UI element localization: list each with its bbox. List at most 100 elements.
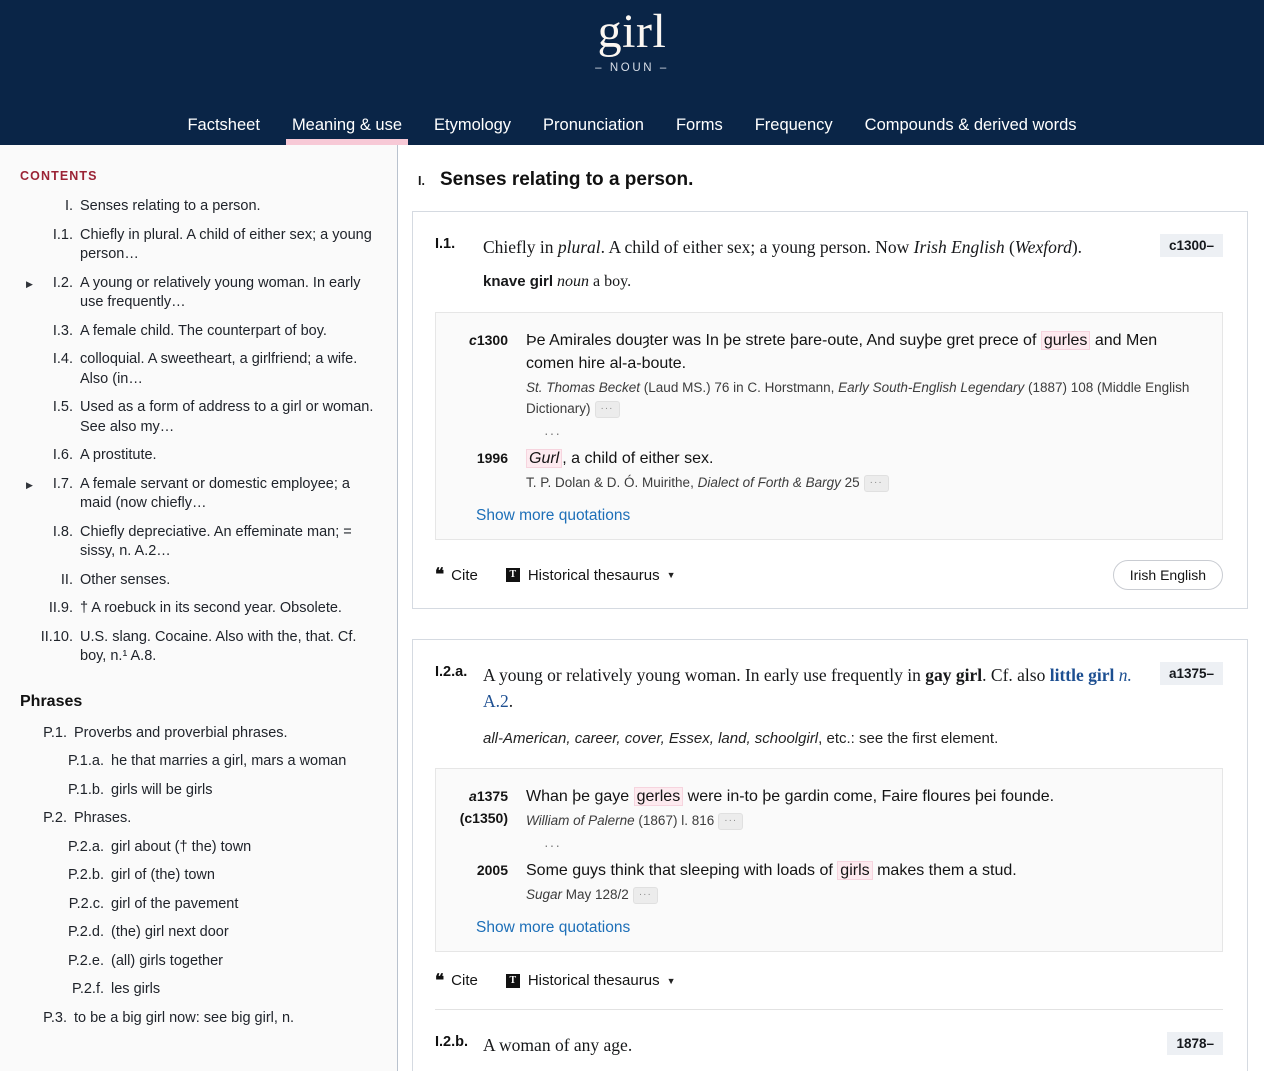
quotation-options-icon[interactable]: ··· (594, 401, 620, 418)
definition-body: Chiefly in plural. A child of either sex… (483, 234, 1160, 294)
highlighted-term: Gurl (526, 449, 563, 468)
toc-item[interactable]: P.2.d. (the) girl next door (20, 923, 375, 943)
sub-definition-headword: knave girl (483, 273, 554, 290)
toc-item[interactable]: P.1. Proverbs and proverbial phrases. (20, 724, 375, 744)
toc-item-label: (the) girl next door (111, 924, 229, 940)
toc-item-number: I.2. (52, 274, 73, 291)
highlighted-term: gurles (1040, 331, 1091, 350)
thesaurus-t-icon: T (505, 568, 520, 582)
toc-item[interactable]: P.2.e. (all) girls together (20, 952, 375, 972)
nav-item-frequency[interactable]: Frequency (739, 116, 849, 145)
expand-triangle-icon[interactable]: ▶ (26, 475, 39, 514)
quotation-source: William of Palerne (1867) l. 816 ··· (526, 810, 1204, 831)
quote-marks-icon: ❝ (435, 565, 445, 584)
toc-item-number: P.2.e. (67, 952, 104, 969)
quotation-date-main: a1375 (469, 788, 508, 804)
toc-arrow-placeholder (26, 599, 39, 619)
quotation-options-icon[interactable]: ··· (632, 887, 658, 904)
historical-thesaurus-button[interactable]: T Historical thesaurus ▼ (505, 972, 676, 989)
toc-item[interactable]: P.2.a. girl about († the) town (20, 838, 375, 858)
quotation-date-main: c1300 (469, 332, 508, 348)
show-more-quotations-link[interactable]: Show more quotations (476, 507, 1204, 525)
toc-item[interactable]: II.10. U.S. slang. Cocaine. Also with the… (20, 628, 375, 667)
toc-item[interactable]: II. Other senses. (20, 571, 375, 591)
toc-item-number: I.7. (52, 475, 73, 492)
quotation-date: 1996 (454, 447, 526, 493)
historical-thesaurus-button[interactable]: T Historical thesaurus ▼ (505, 566, 676, 584)
sub-definition-pos: noun (553, 273, 590, 290)
toc-item-number: I.5. (52, 399, 73, 415)
cross-reference-link[interactable]: little girl (1050, 665, 1115, 685)
nav-item-meaning-use[interactable]: Meaning & use (276, 116, 418, 145)
cross-reference-pos: n. (1114, 665, 1132, 685)
toc-item-number: I.6. (52, 447, 73, 463)
definition-row: I.2.b. A woman of any age. 1878– (435, 1032, 1223, 1058)
sub-definition-gloss: a boy. (589, 273, 632, 290)
toc-item[interactable]: II.9. † A roebuck in its second year. Obs… (20, 599, 375, 619)
toc-item[interactable]: P.2.c. girl of the pavement (20, 895, 375, 915)
nav-item-etymology[interactable]: Etymology (418, 116, 527, 145)
cite-button[interactable]: ❝ Cite (435, 972, 478, 990)
toc-item[interactable]: P.1.a. he that marries a girl, mars a wom… (20, 752, 375, 772)
toc-item-label: girl about († the) town (111, 838, 252, 855)
toc-item[interactable]: ▶ I.7. A female servant or domestic employ… (20, 475, 375, 514)
toc-item[interactable]: I.1. Chiefly in plural. A child of either… (20, 226, 375, 265)
chevron-down-icon[interactable]: ▼ (667, 570, 676, 580)
toc-item[interactable]: I.3. A female child. The counterpart of b… (20, 322, 375, 342)
definition-body: A woman of any age. (483, 1032, 1167, 1058)
historical-thesaurus-label: Historical thesaurus (527, 566, 660, 584)
quotation: 2005 Some guys think that sleeping with l… (454, 859, 1204, 905)
region-label-badge[interactable]: Irish English (1112, 560, 1223, 590)
toc-item-number: P.3. (43, 1009, 67, 1026)
quotation-source: T. P. Dolan & D. Ó. Muirithe, Dialect of… (526, 472, 1204, 493)
nav-item-factsheet[interactable]: Factsheet (171, 116, 275, 145)
definition-text: A young or relatively young woman. In ea… (483, 665, 1132, 711)
definition-row: I.2.a. A young or relatively young woman.… (435, 662, 1223, 750)
section-numeral: I. (418, 174, 425, 188)
quotation-date-main: 2005 (476, 862, 508, 878)
quotation-text: Whan þe gaye gerles were in-to þe gardin… (526, 787, 1055, 806)
toc-item-number: I.3. (52, 322, 73, 339)
sense-actions: ❝ Cite T Historical thesaurus ▼ (435, 972, 1223, 990)
toc-item-label: A female servant or domestic employee; a… (80, 475, 350, 512)
toc-item[interactable]: I.5. Used as a form of address to a girl … (20, 398, 375, 437)
toc-item[interactable]: P.2.f. les girls (20, 980, 375, 1000)
show-more-quotations-link[interactable]: Show more quotations (476, 919, 1204, 937)
date-range-badge: c1300– (1159, 234, 1223, 257)
toc-item-label: girls will be girls (111, 781, 213, 798)
quotation-text: Þe Amirales douȝter was In þe strete þar… (526, 331, 1158, 372)
nav-item-pronunciation[interactable]: Pronunciation (527, 116, 660, 145)
nav-item-forms[interactable]: Forms (660, 116, 739, 145)
expand-triangle-icon[interactable]: ▶ (26, 274, 39, 313)
toc-item[interactable]: P.3. to be a big girl now: see big girl, … (20, 1009, 375, 1029)
combination-note: all-American, career, cover, Essex, land… (483, 730, 999, 747)
quotation-date-secondary: (c1350) (459, 810, 508, 826)
chevron-down-icon[interactable]: ▼ (667, 976, 676, 986)
definition-text: Chiefly in plural. A child of either sex… (483, 237, 1083, 257)
toc-item-label: girl of the pavement (111, 895, 239, 912)
headword-block: girl – NOUN – (0, 0, 1264, 75)
definition-text: A woman of any age. (483, 1035, 633, 1055)
toc-item[interactable]: I.8. Chiefly depreciative. An effeminate … (20, 523, 375, 562)
quotation-options-icon[interactable]: ··· (718, 813, 744, 830)
toc-item[interactable]: I. Senses relating to a person. (20, 197, 375, 217)
toc-item-label: Proverbs and proverbial phrases. (74, 724, 288, 741)
toc-item[interactable]: I.4. colloquial. A sweetheart, a girlfrie… (20, 350, 375, 389)
nav-item-compounds-derived-words[interactable]: Compounds & derived words (849, 116, 1093, 145)
toc-item[interactable]: P.1.b. girls will be girls (20, 781, 375, 801)
toc-item[interactable]: P.2. Phrases. (20, 809, 375, 829)
section-heading: I. Senses relating to a person. (418, 169, 1248, 191)
contents-sidebar: CONTENTS I. Senses relating to a person. I… (0, 145, 398, 1071)
toc-item[interactable]: ▶ I.2. A young or relatively young woman. … (20, 274, 375, 313)
toc-item-number: II.9. (48, 600, 73, 616)
quotation-gap-ellipsis: ··· (544, 425, 561, 441)
toc-item[interactable]: P.2.b. girl of (the) town (20, 866, 375, 886)
toc-arrow-placeholder (26, 446, 39, 466)
contents-heading: CONTENTS (20, 169, 98, 183)
toc-item[interactable]: I.6. A prostitute. (20, 446, 375, 466)
date-range-badge: 1878– (1167, 1032, 1223, 1055)
toc-arrow-placeholder (26, 398, 39, 437)
cite-button[interactable]: ❝ Cite (435, 565, 478, 584)
quotation-gap-ellipsis: ··· (544, 837, 561, 853)
quotation-options-icon[interactable]: ··· (863, 475, 889, 492)
